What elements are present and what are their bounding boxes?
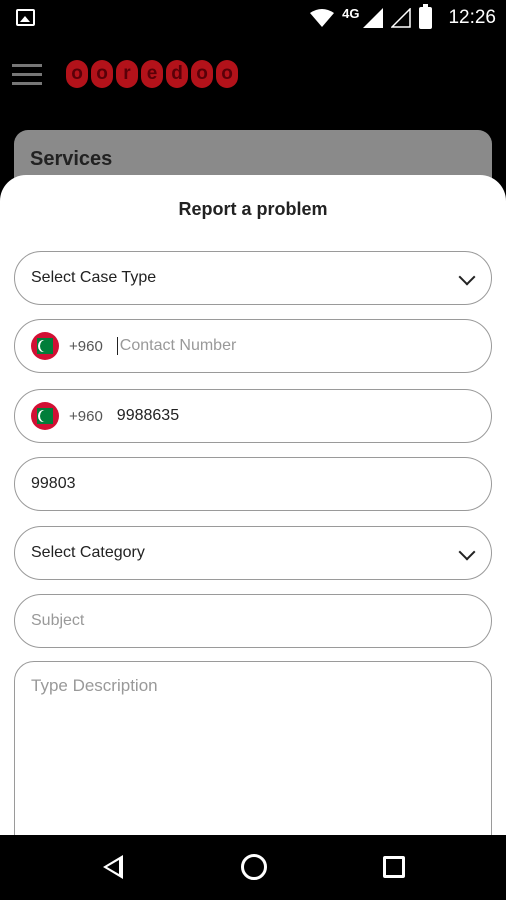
clock: 12:26 [448, 7, 496, 28]
category-select[interactable]: Select Category [14, 526, 492, 580]
sheet-title: Report a problem [178, 199, 328, 219]
code-field[interactable]: 99803 [14, 457, 492, 511]
battery-icon [419, 4, 433, 29]
status-bar: 4G 12:26 [0, 0, 506, 36]
text-cursor [116, 337, 118, 355]
app-bar: ooredoo [0, 36, 506, 116]
services-title: Services [30, 148, 113, 170]
maldives-flag-icon [31, 402, 59, 430]
signal-icon [363, 8, 384, 28]
chevron-down-icon [458, 543, 476, 561]
case-type-label: Select Case Type [31, 269, 157, 286]
ooredoo-logo: ooredoo [66, 58, 238, 90]
chevron-down-icon [458, 268, 476, 286]
subject-placeholder: Subject [31, 612, 85, 629]
network-type-label: 4G [342, 5, 360, 21]
report-problem-sheet: Report a problem Select Case Type +960 C… [0, 175, 506, 835]
description-placeholder: Type Description [31, 676, 158, 695]
category-label: Select Category [31, 544, 145, 561]
account-number-field[interactable]: +960 9988635 [14, 389, 492, 443]
account-number-value: 9988635 [116, 407, 180, 424]
menu-icon[interactable] [12, 64, 42, 86]
country-code: +960 [69, 407, 103, 425]
logo-letter: d [166, 60, 188, 88]
code-field-value: 99803 [31, 475, 76, 492]
description-textarea[interactable]: Type Description [14, 661, 492, 835]
image-notification-icon [16, 9, 35, 26]
home-icon[interactable] [241, 854, 267, 880]
recent-apps-icon[interactable] [383, 856, 405, 878]
logo-letter: e [141, 60, 163, 88]
country-code: +960 [69, 337, 103, 355]
back-icon[interactable] [103, 855, 123, 879]
logo-letter: r [116, 60, 138, 88]
logo-letter: o [91, 60, 113, 88]
wifi-icon [310, 9, 335, 27]
contact-number-placeholder: Contact Number [119, 337, 237, 354]
case-type-select[interactable]: Select Case Type [14, 251, 492, 305]
subject-field[interactable]: Subject [14, 594, 492, 648]
logo-letter: o [216, 60, 238, 88]
status-icons: 4G 12:26 [310, 0, 496, 36]
logo-letter: o [66, 60, 88, 88]
logo-letter: o [191, 60, 213, 88]
maldives-flag-icon [31, 332, 59, 360]
system-nav-bar [0, 835, 506, 900]
contact-number-field[interactable]: +960 Contact Number [14, 319, 492, 373]
signal-empty-icon [391, 8, 412, 28]
